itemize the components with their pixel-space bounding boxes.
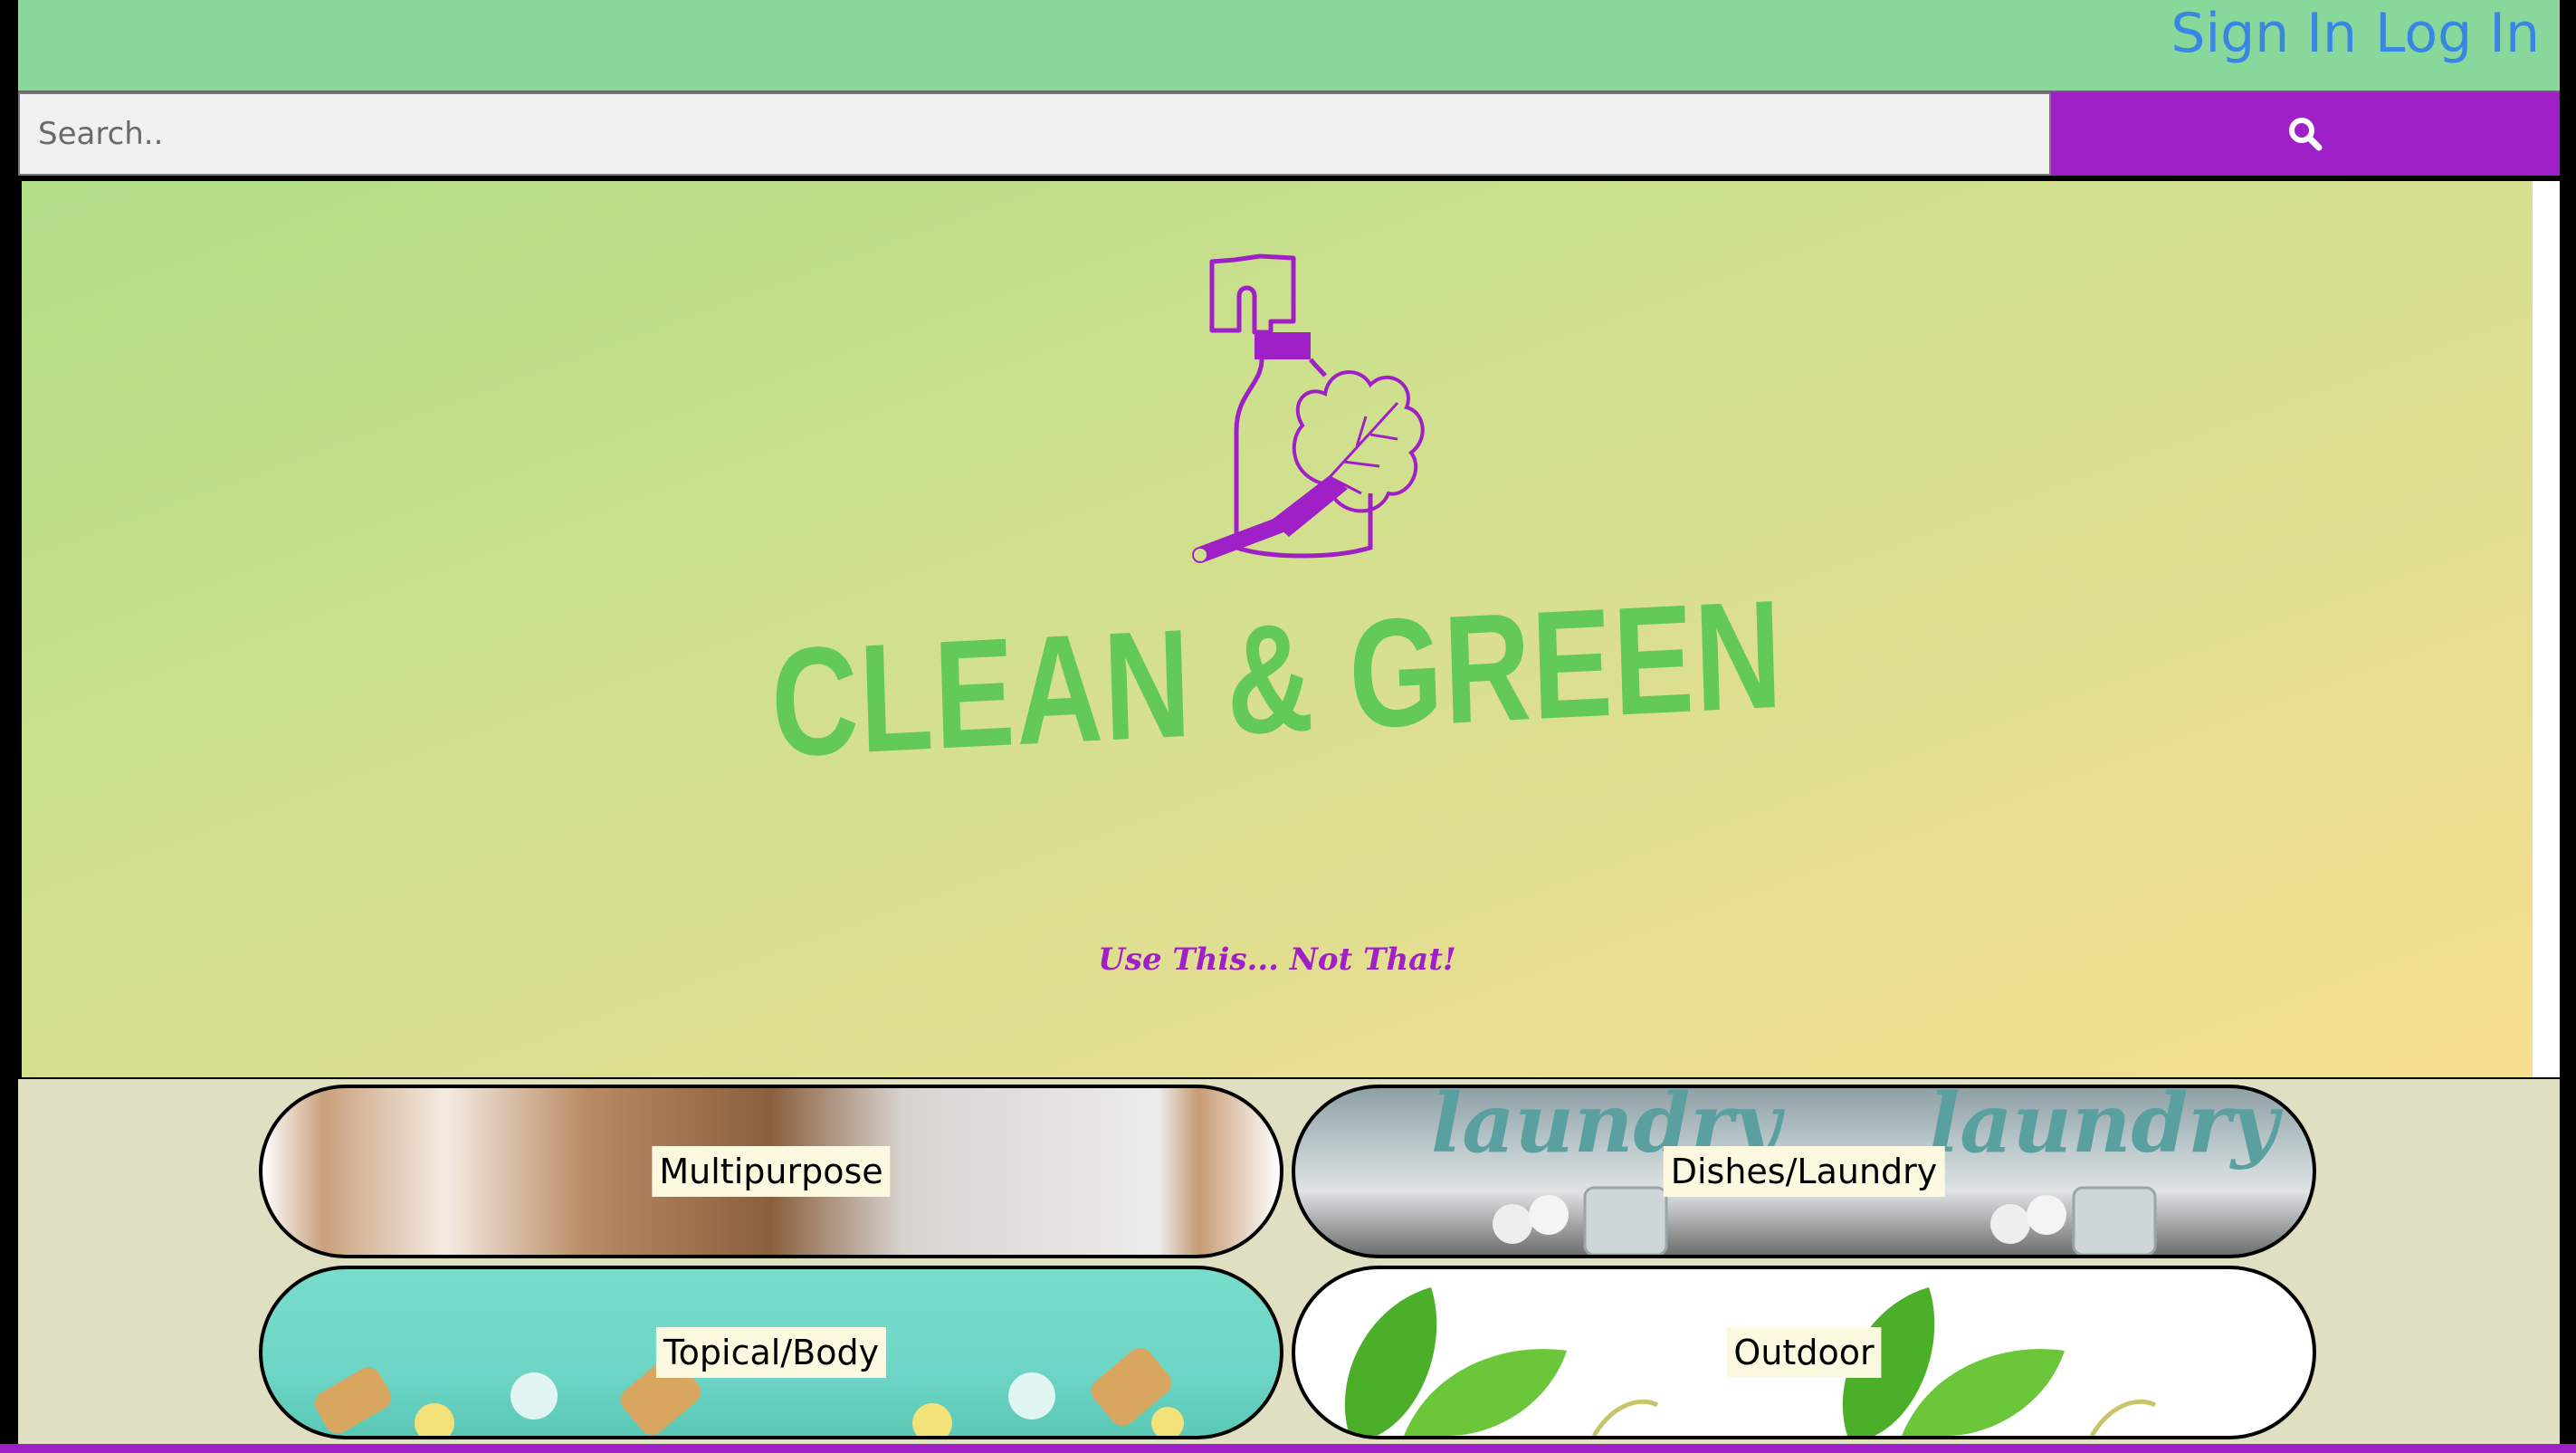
category-topical-body[interactable]: Topical/Body [259, 1266, 1283, 1439]
category-label: Topical/Body [655, 1327, 887, 1378]
category-dishes-laundry[interactable]: laundry laundry Dishes/Laundry [1292, 1085, 2316, 1258]
search-icon [2289, 118, 2323, 151]
log-in-link[interactable]: Log In [2375, 2, 2540, 65]
category-label: Dishes/Laundry [1663, 1146, 1945, 1197]
category-label: Multipurpose [652, 1146, 891, 1197]
sign-in-link[interactable]: Sign In [2171, 2, 2357, 65]
search-button[interactable] [2051, 92, 2560, 176]
brand-tagline: Use This... Not That! [1098, 942, 1456, 978]
top-bar: Sign In Log In [18, 0, 2560, 92]
search-bar [18, 92, 2560, 176]
hero-right-edge [2533, 181, 2560, 1077]
svg-text:laundry: laundry [1929, 1088, 2284, 1171]
category-outdoor[interactable]: Outdoor [1292, 1266, 2316, 1439]
search-input[interactable] [18, 92, 2051, 176]
auth-links: Sign In Log In [2171, 2, 2540, 65]
category-multipurpose[interactable]: Multipurpose [259, 1085, 1283, 1258]
hero-banner: CLEAN & GREEN Use This... Not That! [22, 181, 2533, 1077]
category-label: Outdoor [1726, 1327, 1882, 1378]
spray-bottle-duster-icon [1192, 253, 1425, 563]
footer-bar [0, 1444, 2576, 1453]
brand-logo-text: CLEAN & GREEN [768, 568, 1786, 790]
